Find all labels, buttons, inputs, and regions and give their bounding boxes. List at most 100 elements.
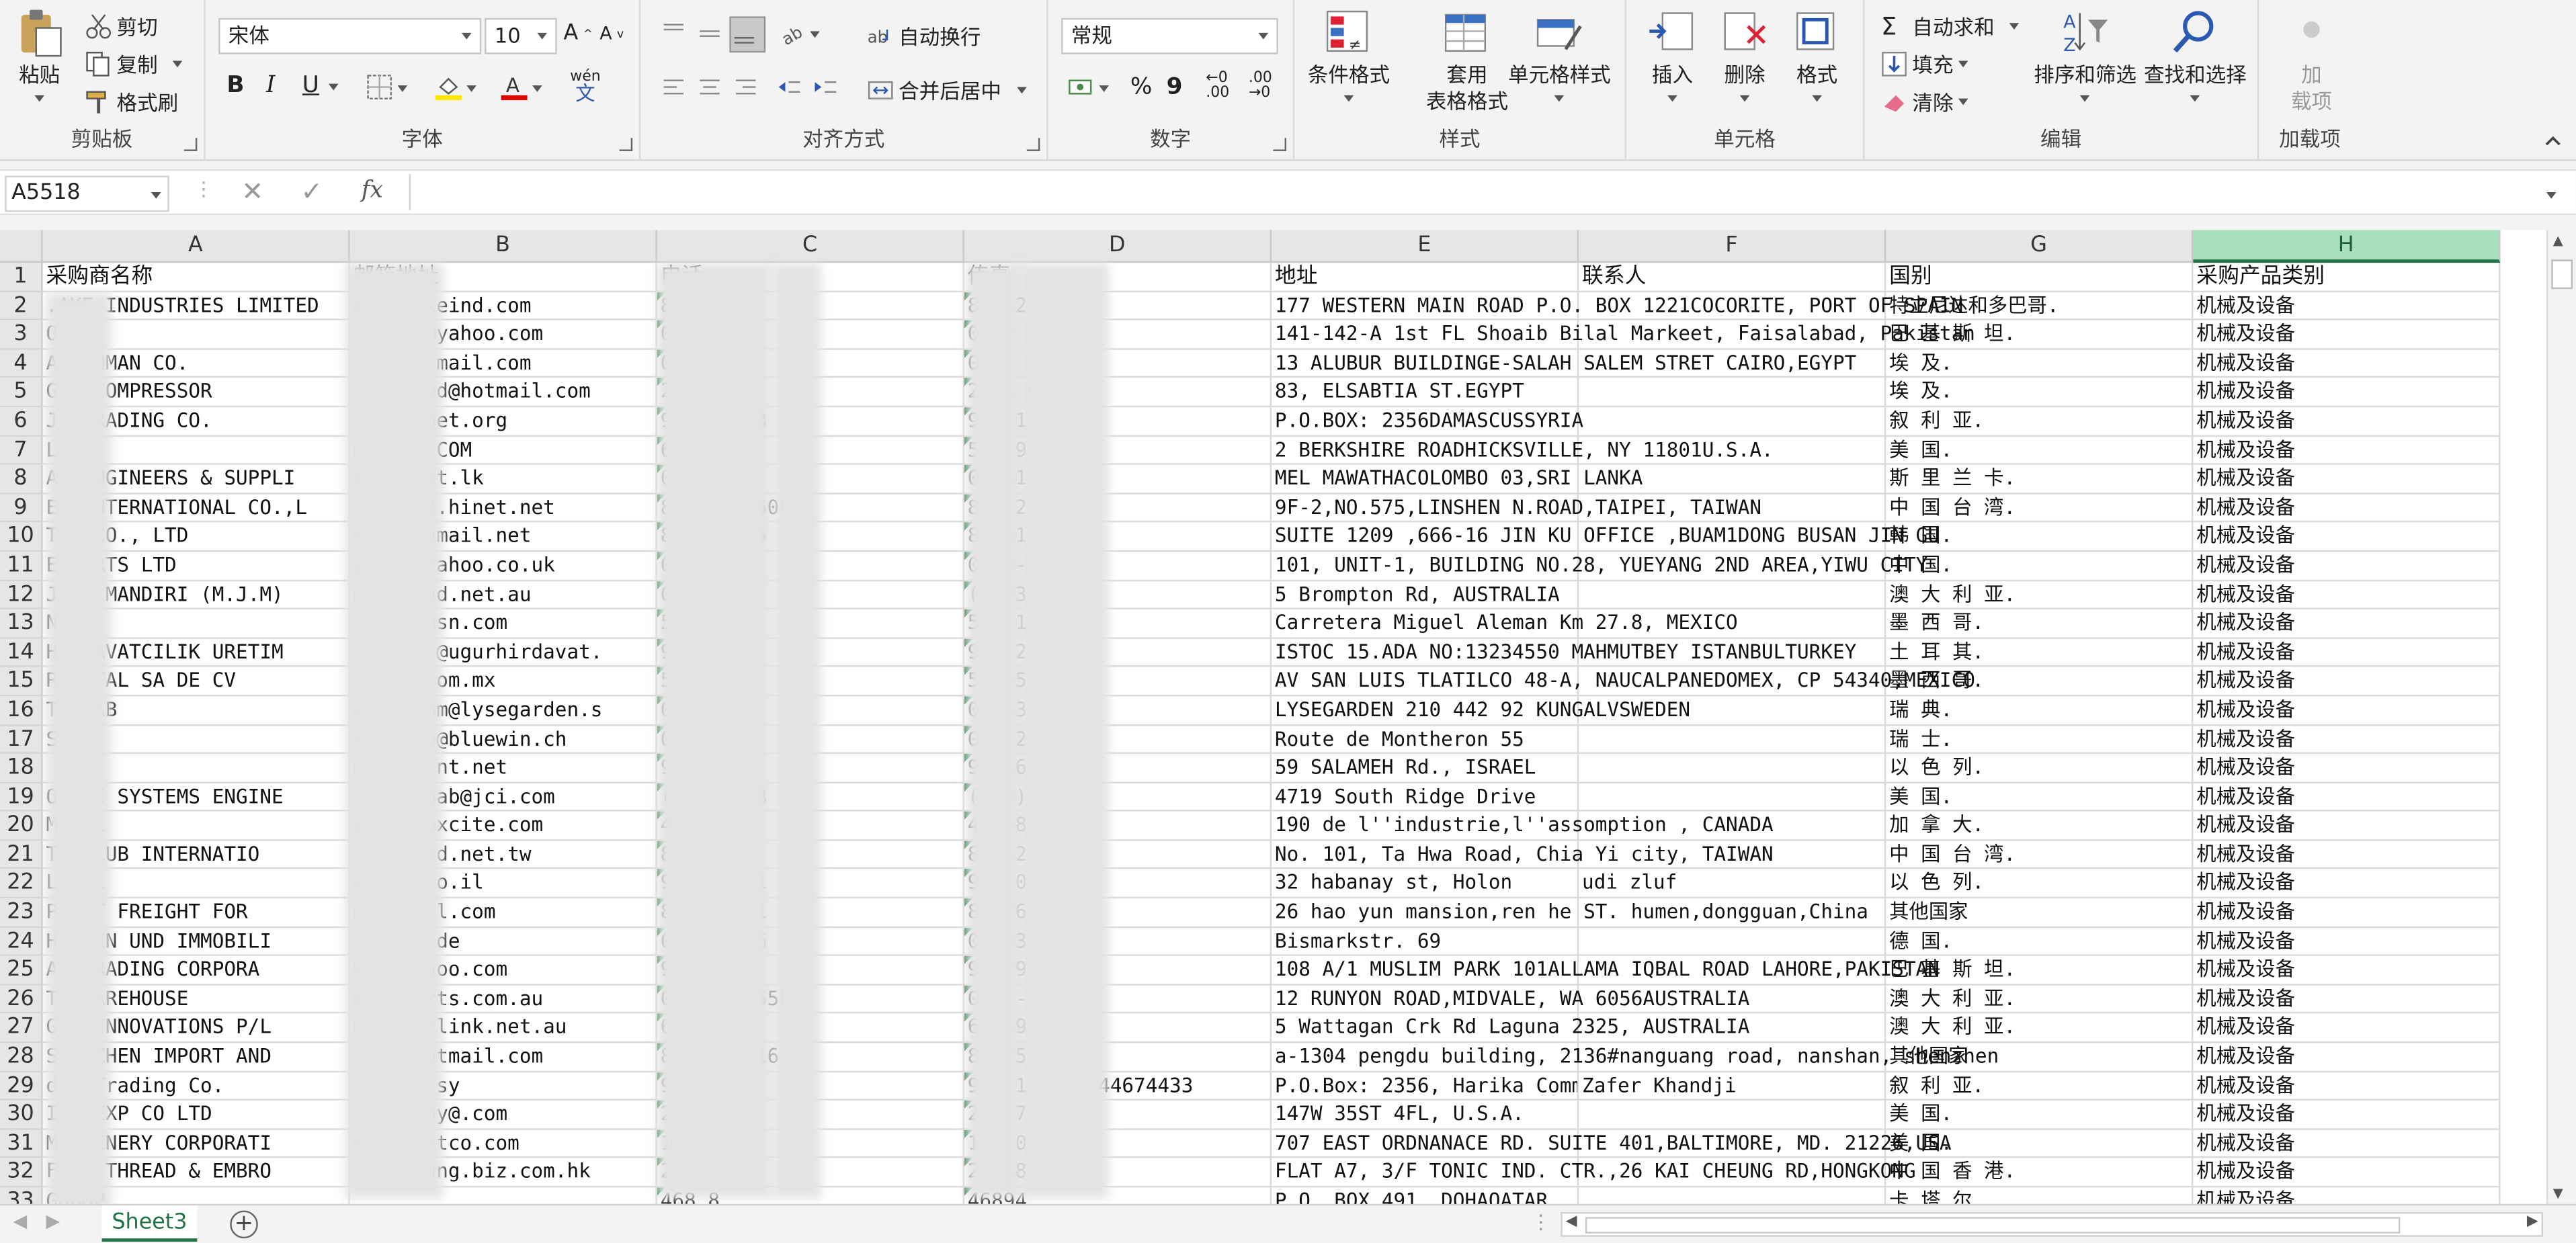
cell-product-category[interactable]: 机械及设备 (2193, 956, 2501, 986)
row-header[interactable]: 13 (0, 609, 43, 639)
delete-cells-button[interactable]: 删除 (1718, 7, 1771, 107)
align-middle-button[interactable] (696, 19, 722, 46)
row-header[interactable]: 21 (0, 841, 43, 870)
cell-address[interactable]: 4719 South Ridge Drive (1272, 783, 1579, 812)
cell-address[interactable]: SUITE 1209 ,666-16 JIN KU OFFICE ,BUAM1D… (1272, 523, 1940, 552)
cell-country[interactable]: 瑞 典. (1886, 696, 2194, 726)
cell-contact[interactable] (1579, 927, 1886, 957)
cell-country[interactable]: 墨 西 哥. (1886, 609, 2194, 639)
clipboard-launcher-icon[interactable] (183, 138, 198, 151)
cut-button[interactable]: 剪切 (85, 10, 158, 41)
expand-formula-icon[interactable] (2546, 192, 2557, 204)
cell-address[interactable]: 83, ELSABTIA ST.EGYPT (1272, 378, 1579, 408)
cell-country[interactable]: 澳 大 利 亚. (1886, 1014, 2194, 1043)
insert-cells-button[interactable]: 插入 (1646, 7, 1698, 107)
cell-country[interactable]: 美 国. (1886, 1101, 2194, 1130)
fill-color-button[interactable] (435, 74, 476, 101)
cell-product-category[interactable]: 机械及设备 (2193, 927, 2501, 957)
wrap-text-button[interactable]: ab 自动换行 (868, 19, 981, 50)
cell-country[interactable]: 卡 塔 尔. (1886, 1187, 2194, 1204)
cell-address[interactable]: 2 BERKSHIRE ROADHICKSVILLE, NY 11801U.S.… (1272, 436, 1774, 466)
cell-address[interactable]: 101, UNIT-1, BUILDING NO.28, YUEYANG 2ND… (1272, 552, 1927, 581)
cell-product-category[interactable]: 机械及设备 (2193, 725, 2501, 755)
cell-product-category[interactable]: 机械及设备 (2193, 1158, 2501, 1188)
row-header[interactable]: 22 (0, 869, 43, 899)
alignment-launcher-icon[interactable] (1026, 138, 1040, 151)
grow-font-button[interactable]: A ^ (563, 22, 592, 46)
cell-address[interactable]: ISTOC 15.ADA NO:13234550 MAHMUTBEY ISTAN… (1272, 638, 1856, 668)
formula-input[interactable] (409, 174, 2570, 210)
header-cell-country[interactable]: 国别 (1886, 263, 2194, 292)
cell-product-category[interactable]: 机械及设备 (2193, 465, 2501, 495)
cell-contact[interactable] (1579, 754, 1886, 783)
align-left-button[interactable] (661, 74, 687, 100)
cell-address[interactable]: 190 de l''industrie,l''assomption , CANA… (1272, 812, 1774, 841)
row-header[interactable]: 15 (0, 667, 43, 697)
cell-country[interactable]: 以 色 列. (1886, 754, 2194, 783)
cell-product-category[interactable]: 机械及设备 (2193, 581, 2501, 610)
cell-country[interactable]: 以 色 列. (1886, 869, 2194, 899)
horizontal-scrollbar[interactable]: ◀ ▶ (1561, 1212, 2544, 1237)
row-header[interactable]: 31 (0, 1129, 43, 1159)
cell-country[interactable]: 中 国 台 湾. (1886, 494, 2194, 523)
row-header[interactable]: 30 (0, 1101, 43, 1130)
comma-button[interactable]: 9 (1167, 74, 1183, 100)
vertical-scrollbar[interactable]: ▲ ▼ (2546, 230, 2576, 1204)
clear-button[interactable]: 清除 (1881, 85, 1968, 116)
row-header[interactable]: 10 (0, 523, 43, 552)
cancel-icon[interactable]: ✕ (241, 176, 263, 207)
cell-product-category[interactable]: 机械及设备 (2193, 783, 2501, 812)
row-header[interactable]: 20 (0, 812, 43, 841)
italic-button[interactable]: I (266, 73, 276, 99)
cell-product-category[interactable]: 机械及设备 (2193, 1014, 2501, 1043)
cell-contact[interactable] (1579, 725, 1886, 755)
scroll-down-icon[interactable]: ▼ (2553, 1186, 2563, 1201)
conditional-formatting-button[interactable]: ≠ 条件格式 (1308, 7, 1390, 107)
cell-address[interactable]: 12 RUNYON ROAD,MIDVALE, WA 6056AUSTRALIA (1272, 985, 1749, 1015)
cell-country[interactable]: 德 国. (1886, 927, 2194, 957)
cell-country[interactable]: 叙 利 亚. (1886, 1072, 2194, 1101)
cell-address[interactable]: P.O.Box: 2356, Harika Comme (1272, 1072, 1579, 1101)
scroll-up-icon[interactable]: ▲ (2553, 233, 2563, 248)
cell-country[interactable]: 美 国. (1886, 783, 2194, 812)
cell-address[interactable]: FLAT A7, 3/F TONIC IND. CTR.,26 KAI CHEU… (1272, 1158, 1916, 1188)
cell-address[interactable]: 9F-2,NO.575,LINSHEN N.ROAD,TAIPEI, TAIWA… (1272, 494, 1761, 523)
select-all-corner[interactable] (0, 230, 43, 263)
format-as-table-button[interactable]: 套用 表格格式 (1426, 7, 1508, 115)
cell-product-category[interactable]: 机械及设备 (2193, 812, 2501, 841)
cell-product-category[interactable]: 机械及设备 (2193, 667, 2501, 697)
cell-address[interactable]: 26 hao yun mansion,ren he ST. humen,dong… (1272, 898, 1868, 928)
font-size-select[interactable]: 10 (485, 17, 557, 54)
row-header[interactable]: 1 (0, 263, 43, 292)
header-cell-buyer-name[interactable]: 采购商名称 (42, 263, 350, 292)
decrease-indent-button[interactable] (776, 74, 802, 100)
cell-contact[interactable] (1579, 783, 1886, 812)
insert-function-icon[interactable]: fx (362, 177, 383, 204)
percent-button[interactable]: % (1130, 74, 1153, 100)
cell-address[interactable]: No. 101, Ta Hwa Road, Chia Yi city, TAIW… (1272, 841, 1774, 870)
underline-button[interactable]: U (302, 73, 339, 99)
paste-button[interactable]: 粘贴 (13, 7, 66, 107)
cell-address[interactable]: 141-142-A 1st FL Shoaib Bilal Markeet, F… (1272, 320, 1975, 350)
cell-styles-button[interactable]: 单元格样式 (1508, 7, 1611, 107)
align-right-button[interactable] (733, 74, 759, 100)
font-name-select[interactable]: 宋体 (218, 17, 482, 54)
row-header[interactable]: 23 (0, 898, 43, 928)
tab-split-handle-icon[interactable]: ⋮ (1531, 1211, 1550, 1234)
row-header[interactable]: 25 (0, 956, 43, 986)
cell-product-category[interactable]: 机械及设备 (2193, 1072, 2501, 1101)
header-cell-address[interactable]: 地址 (1272, 263, 1579, 292)
copy-button[interactable]: 复制 (85, 48, 183, 79)
column-header-c[interactable]: C (657, 230, 964, 263)
fill-button[interactable]: 填充 (1881, 48, 1968, 79)
cell-product-category[interactable]: 机械及设备 (2193, 436, 2501, 466)
column-header-g[interactable]: G (1886, 230, 2194, 263)
cell-address[interactable]: 13 ALUBUR BUILDINGE-SALAH SALEM STRET CA… (1272, 349, 1856, 379)
cell-product-category[interactable]: 机械及设备 (2193, 378, 2501, 408)
row-header[interactable]: 7 (0, 436, 43, 466)
cell-address[interactable]: LYSEGARDEN 210 442 92 KUNGALVSWEDEN (1272, 696, 1690, 726)
cell-address[interactable]: P.O.BOX: 2356DAMASCUSSYRIA (1272, 407, 1583, 437)
header-cell-product-category[interactable]: 采购产品类别 (2193, 263, 2501, 292)
row-header[interactable]: 29 (0, 1072, 43, 1101)
column-header-f[interactable]: F (1579, 230, 1886, 263)
